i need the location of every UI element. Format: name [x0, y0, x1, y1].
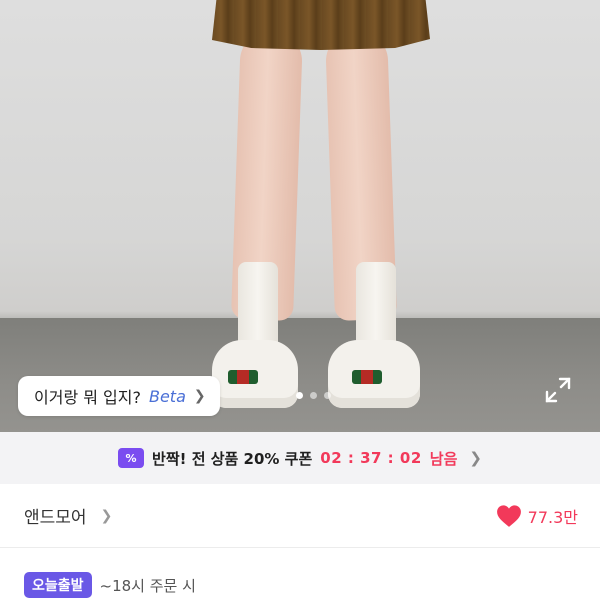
like-button[interactable]: 77.3만 — [496, 504, 578, 528]
expand-icon[interactable] — [543, 375, 573, 405]
heart-icon — [496, 504, 521, 527]
coupon-banner[interactable]: % 반짝! 전 상품 20% 쿠폰 02 : 37 : 02 남음 ❯ — [0, 432, 600, 484]
coupon-remaining-label: 남음 — [429, 449, 458, 468]
chevron-right-icon: ❯ — [193, 388, 206, 404]
coupon-icon: % — [118, 448, 145, 468]
what-to-wear-button[interactable]: 이거랑 뭐 입지? Beta ❯ — [18, 376, 220, 416]
coupon-timer: 02 : 37 : 02 — [320, 449, 422, 467]
carousel-dot[interactable] — [324, 392, 331, 399]
beta-label: Beta — [148, 386, 186, 406]
product-image[interactable]: 이거랑 뭐 입지? Beta ❯ — [0, 0, 600, 432]
shipping-info: 오늘출발 ~18시 주문 시 — [24, 572, 196, 598]
left-sneaker-stripe — [228, 370, 258, 384]
shipping-cutoff-text: ~18시 주문 시 — [99, 576, 196, 595]
carousel-indicator — [296, 392, 331, 399]
right-sneaker-stripe — [352, 370, 382, 384]
right-sock — [356, 262, 396, 352]
same-day-shipping-badge: 오늘출발 — [24, 572, 92, 598]
brand-link[interactable]: 앤드모어 ❯ — [24, 503, 113, 529]
skirt — [212, 0, 430, 50]
brand-row: 앤드모어 ❯ 77.3만 — [0, 484, 600, 548]
chevron-right-icon: ❯ — [100, 507, 113, 524]
like-count: 77.3만 — [527, 507, 578, 527]
left-sock — [238, 262, 278, 352]
what-to-wear-label: 이거랑 뭐 입지? — [34, 388, 141, 407]
coupon-text: 반짝! 전 상품 20% 쿠폰 — [152, 449, 313, 468]
chevron-right-icon: ❯ — [469, 449, 482, 467]
carousel-dot[interactable] — [296, 392, 303, 399]
carousel-dot[interactable] — [310, 392, 317, 399]
brand-name: 앤드모어 — [24, 508, 87, 528]
coupon-icon-symbol: % — [125, 451, 137, 465]
